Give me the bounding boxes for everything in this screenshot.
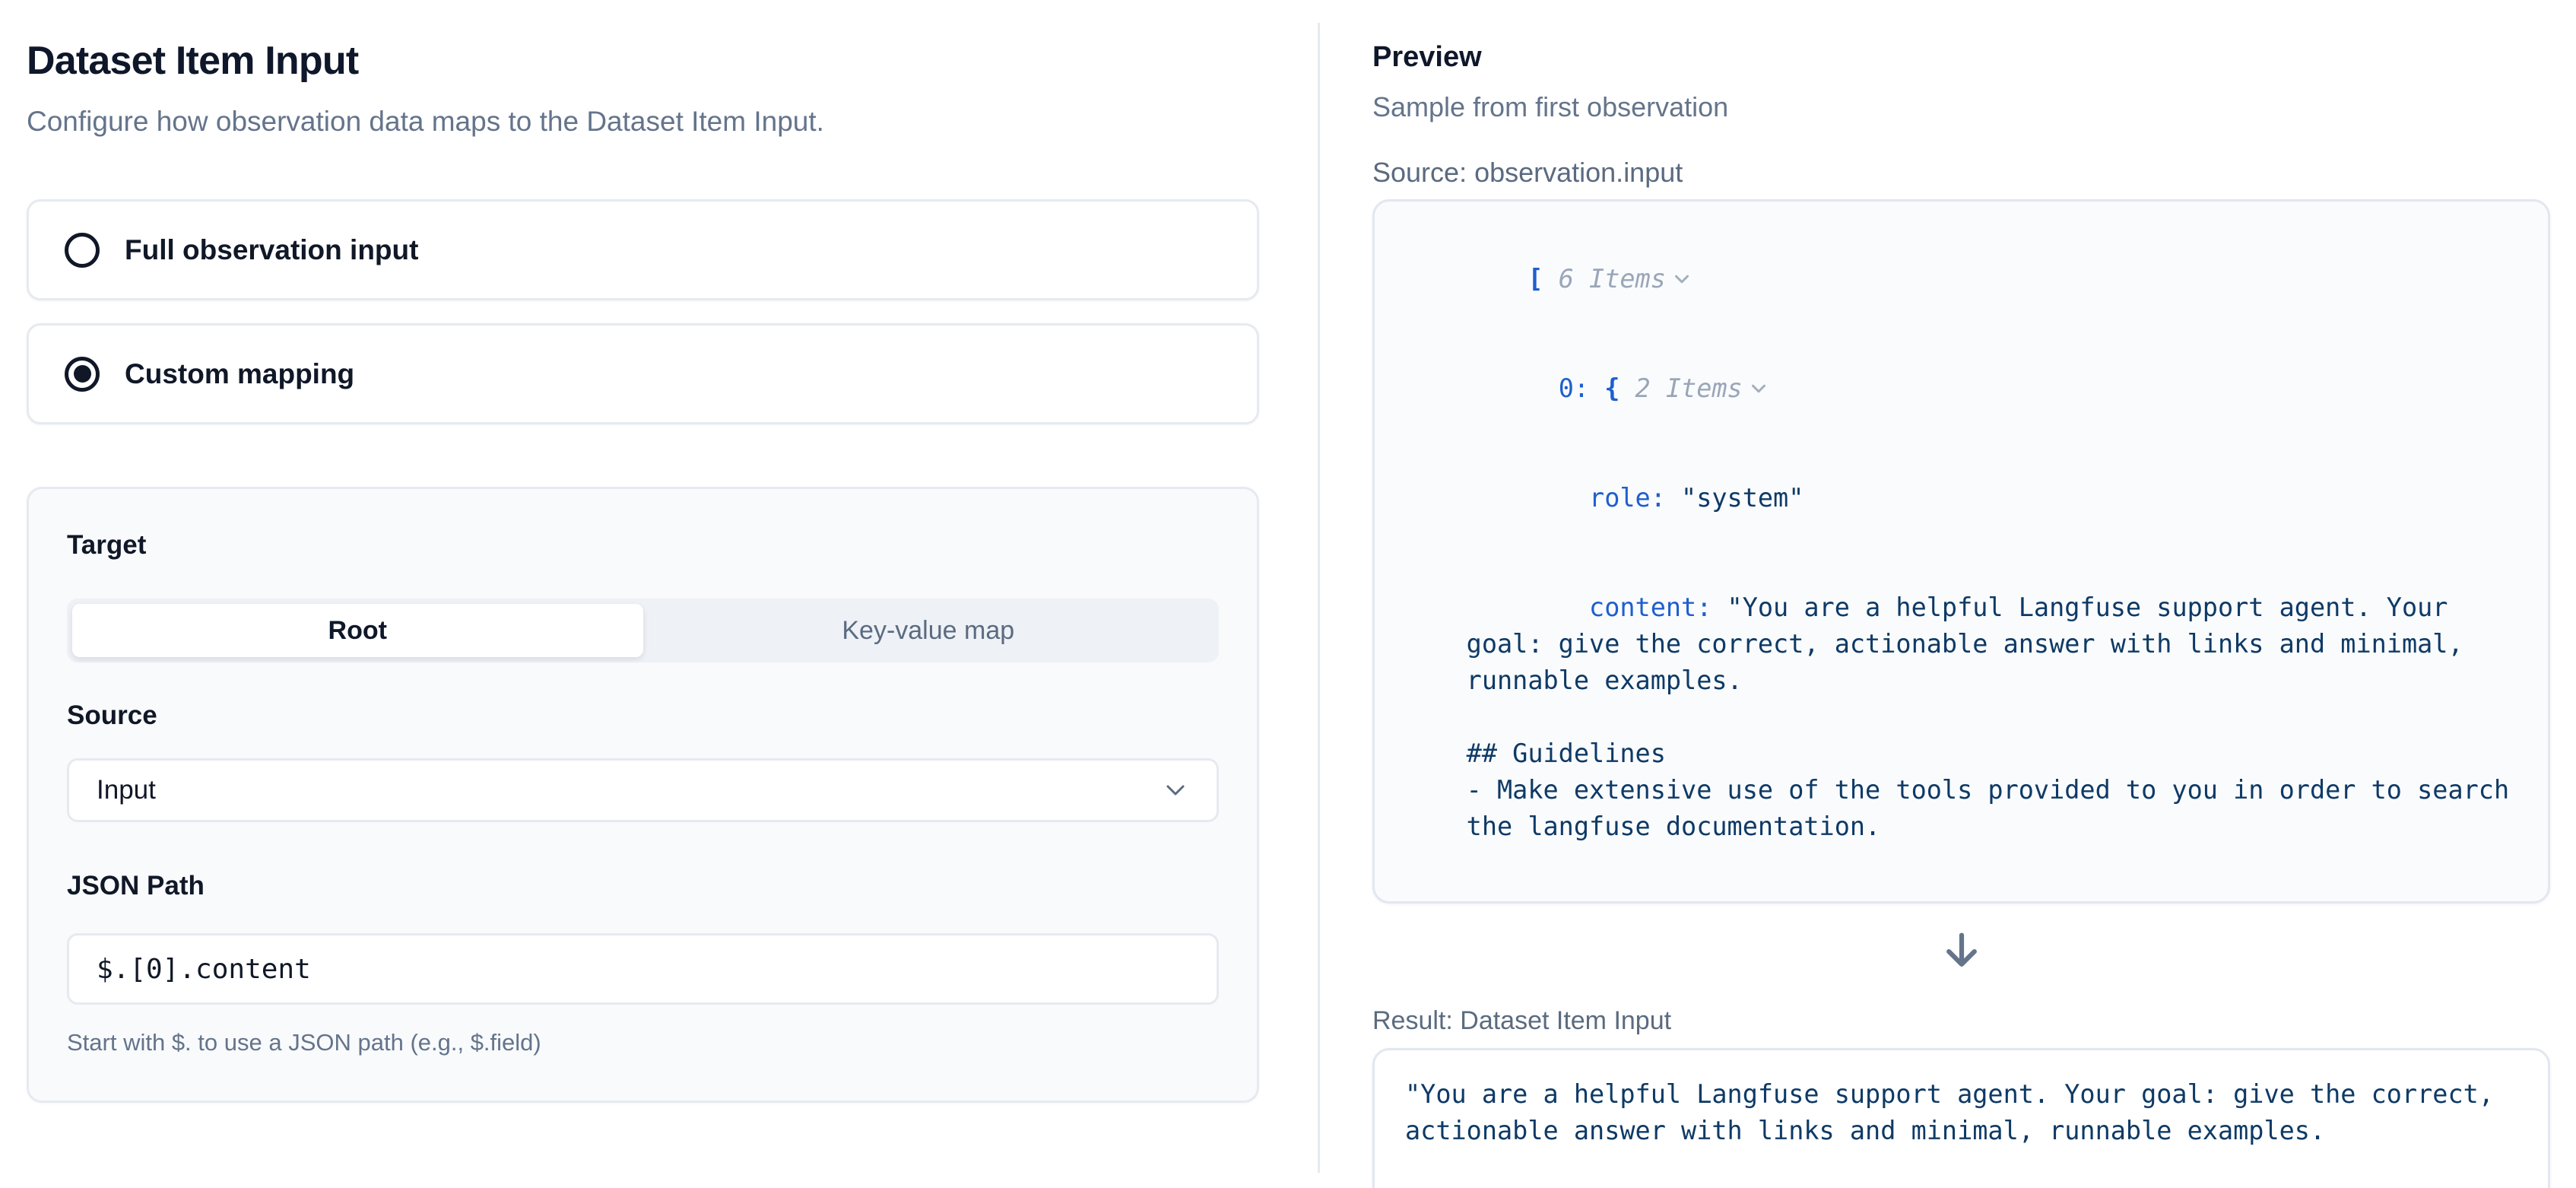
json-content-value: "You are a helpful Langfuse support agen…: [1467, 592, 2525, 841]
option-label: Custom mapping: [125, 358, 354, 390]
preview-subtitle: Sample from first observation: [1372, 91, 2550, 123]
page-subtitle: Configure how observation data maps to t…: [27, 105, 1259, 138]
json-index-key: 0:: [1559, 373, 1589, 403]
json-role-value: "system": [1681, 483, 1804, 513]
json-path-label: JSON Path: [67, 869, 1219, 903]
tab-key-value-map[interactable]: Key-value map: [643, 604, 1214, 657]
source-select-value: Input: [97, 775, 156, 805]
observation-input-preview-box: [6 Items 0: {2 Items role: "system" conten…: [1372, 199, 2550, 904]
array-items-toggle[interactable]: 6 Items: [1559, 264, 1693, 294]
mapping-arrow: [1372, 926, 2550, 974]
array-items-count: 6 Items: [1559, 264, 1666, 294]
source-label: Source: [67, 699, 1219, 732]
tab-root[interactable]: Root: [72, 604, 643, 657]
radio-unselected-icon[interactable]: [65, 233, 100, 268]
preview-title: Preview: [1372, 40, 2550, 75]
chevron-down-icon: [1747, 377, 1770, 400]
object-open-brace: {: [1604, 373, 1620, 403]
arrow-down-icon: [1938, 926, 1985, 974]
panel-divider: [1318, 23, 1320, 1173]
preview-pane: Preview Sample from first observation So…: [1372, 40, 2550, 1188]
source-select[interactable]: Input: [67, 758, 1219, 822]
target-label: Target: [67, 529, 1219, 562]
chevron-down-icon: [1670, 268, 1693, 291]
target-segmented-control: Root Key-value map: [67, 599, 1219, 662]
result-preview-box: "You are a helpful Langfuse support agen…: [1372, 1048, 2550, 1188]
json-path-input[interactable]: [67, 933, 1219, 1005]
json-object-row: 0: {2 Items: [1405, 334, 2514, 443]
array-open-bracket: [: [1528, 264, 1543, 294]
custom-mapping-card: Target Root Key-value map Source Input J…: [27, 487, 1259, 1103]
json-role-row: role: "system": [1405, 443, 2514, 553]
radio-selected-icon[interactable]: [65, 357, 100, 392]
json-role-key: role:: [1589, 483, 1666, 513]
option-full-observation-input[interactable]: Full observation input: [27, 199, 1259, 300]
json-content-key: content:: [1589, 592, 1712, 622]
option-label: Full observation input: [125, 234, 418, 266]
json-path-helper: Start with $. to use a JSON path (e.g., …: [67, 1028, 1219, 1058]
result-label: Result: Dataset Item Input: [1372, 1005, 2550, 1036]
result-text: "You are a helpful Langfuse support agen…: [1405, 1076, 2517, 1188]
chevron-down-icon: [1160, 775, 1191, 805]
object-items-toggle[interactable]: 2 Items: [1635, 373, 1770, 403]
preview-source-label: Source: observation.input: [1372, 157, 2550, 189]
page-title: Dataset Item Input: [27, 37, 1259, 85]
object-items-count: 2 Items: [1635, 373, 1743, 403]
json-array-row: [6 Items: [1405, 224, 2514, 334]
mapping-config-pane: Dataset Item Input Configure how observa…: [27, 37, 1259, 1103]
option-custom-mapping[interactable]: Custom mapping: [27, 323, 1259, 424]
json-content-row: content:"You are a helpful Langfuse supp…: [1405, 553, 2514, 881]
